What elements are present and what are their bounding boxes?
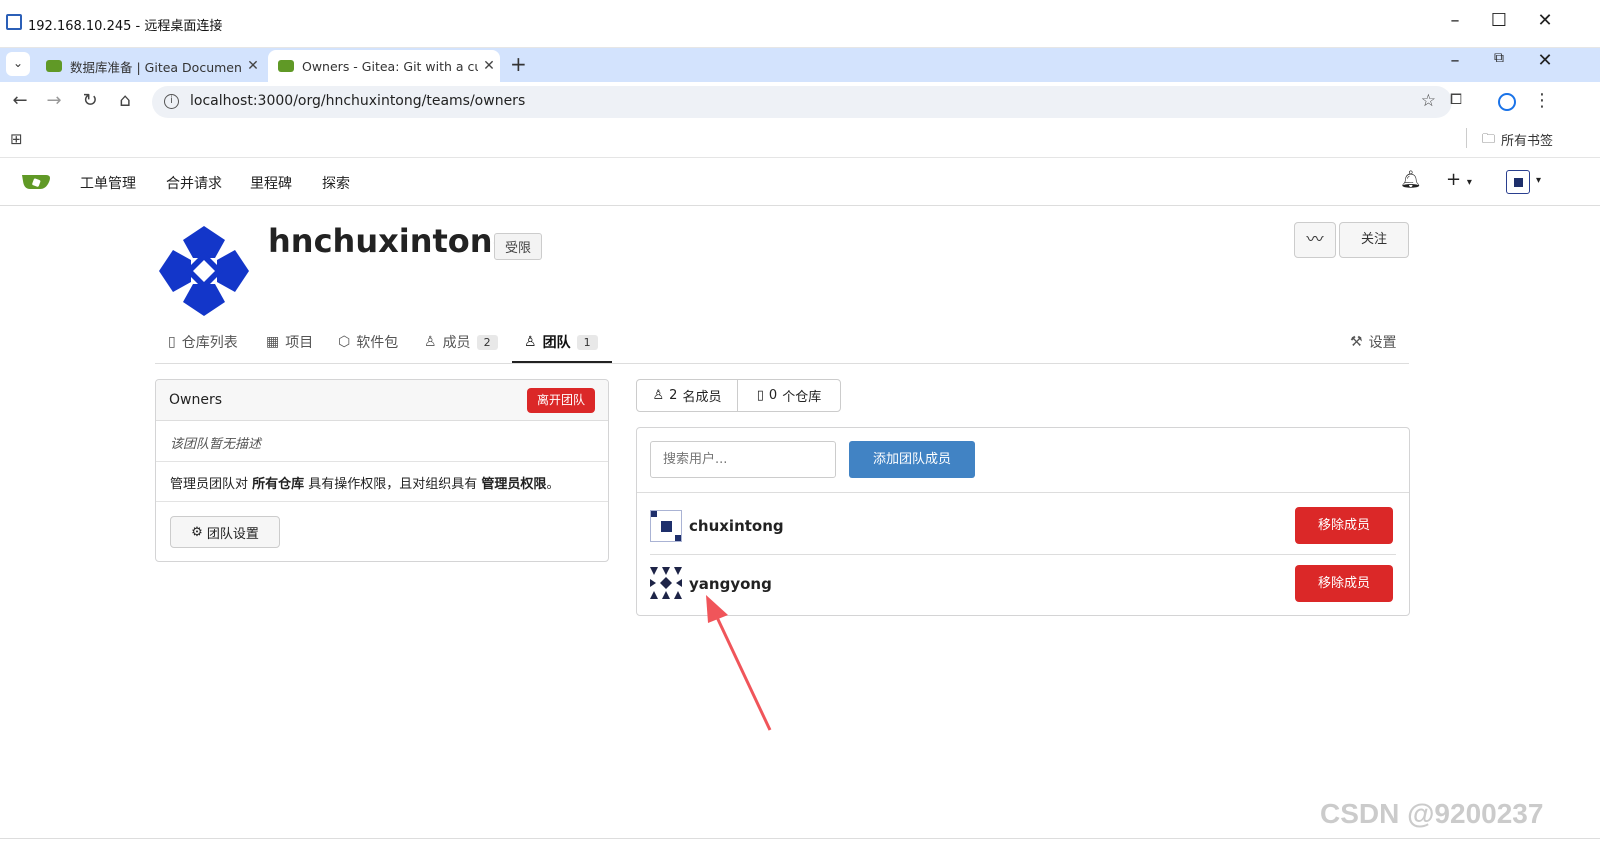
browser-close-icon[interactable]: ✕ [1530, 50, 1560, 71]
divider [156, 501, 608, 502]
member-name[interactable]: chuxintong [689, 517, 784, 535]
leave-team-button[interactable]: 离开团队 [527, 388, 595, 413]
repo-icon: ▯ [756, 388, 764, 403]
tab-search-chevron-icon[interactable]: ⌄ [6, 52, 30, 76]
tab-members[interactable]: ♙ 成员 2 [424, 332, 498, 352]
gitea-navbar: 工单管理 合并请求 里程碑 探索 🔔︎ + ▾ ▾ [0, 159, 1600, 206]
divider [650, 554, 1396, 555]
tab-projects[interactable]: ▦ 项目 [266, 332, 313, 352]
site-info-icon[interactable]: i [164, 94, 179, 109]
nav-issues[interactable]: 工单管理 [80, 173, 136, 193]
rdp-title: 192.168.10.245 - 远程桌面连接 [28, 19, 223, 34]
extensions-icon[interactable]: ⧠ [1444, 90, 1468, 108]
tab-packages[interactable]: ⬡ 软件包 [338, 332, 398, 352]
project-icon: ▦ [266, 334, 280, 350]
teams-count-badge: 1 [576, 334, 598, 350]
browser-toolbar: ← → ↻ ⌂ i localhost:3000/org/hnchuxinton… [0, 82, 1600, 122]
package-icon: ⬡ [338, 334, 351, 350]
browser-tab-strip: ⌄ 数据库准备 | Gitea Documentation ✕ Owners -… [0, 48, 1600, 82]
person-icon: ♙ [424, 334, 437, 350]
member-avatar [650, 510, 682, 542]
nav-milestones[interactable]: 里程碑 [250, 173, 292, 193]
team-info-card: Owners 离开团队 该团队暂无描述 管理员团队对 所有仓库 具有操作权限，且… [155, 379, 609, 562]
home-icon[interactable]: ⌂ [113, 90, 137, 111]
tab-close-icon[interactable]: ✕ [242, 58, 264, 74]
create-plus-icon[interactable]: + ▾ [1446, 169, 1472, 190]
gitea-logo-icon[interactable] [20, 171, 52, 193]
tools-icon: ⚒ [1350, 334, 1363, 350]
browser-tab-docs[interactable]: 数据库准备 | Gitea Documentation ✕ [36, 50, 264, 82]
divider [156, 461, 608, 462]
back-icon[interactable]: ← [8, 90, 32, 111]
notification-bell-icon[interactable]: 🔔︎ [1400, 170, 1422, 190]
apps-grid-icon[interactable]: ⊞ [10, 130, 23, 148]
team-settings-button[interactable]: ⚙ 团队设置 [170, 516, 280, 548]
tabs-divider [155, 363, 1409, 364]
browser-minimize-icon[interactable]: – [1440, 50, 1470, 71]
remote-desktop-icon [6, 14, 22, 30]
org-avatar [155, 222, 253, 320]
gitea-favicon-icon [278, 60, 294, 72]
person-icon: ♙ [652, 388, 665, 403]
tab-settings[interactable]: ⚒ 设置 [1350, 332, 1397, 352]
url-text: localhost:3000/org/hnchuxintong/teams/ow… [190, 93, 526, 109]
search-user-input[interactable] [650, 441, 836, 478]
nav-explore[interactable]: 探索 [322, 173, 350, 193]
reload-icon[interactable]: ↻ [78, 90, 102, 111]
user-menu-chevron-icon[interactable]: ▾ [1536, 175, 1541, 186]
team-name: Owners [169, 392, 223, 408]
follow-button[interactable]: 关注 [1339, 222, 1409, 258]
remove-member-button[interactable]: 移除成员 [1295, 565, 1393, 602]
bookmark-star-icon[interactable]: ☆ [1421, 91, 1436, 111]
team-description: 该团队暂无描述 [170, 437, 262, 452]
bookmarks-bar: ⊞ 🗀 所有书签 [0, 122, 1600, 158]
add-team-member-button[interactable]: 添加团队成员 [849, 441, 975, 478]
repo-count-tab[interactable]: ▯ 0 个仓库 [738, 380, 840, 411]
user-avatar[interactable] [1506, 170, 1530, 194]
remove-member-button[interactable]: 移除成员 [1295, 507, 1393, 544]
member-avatar [650, 567, 682, 599]
browser-menu-icon[interactable]: ⋮ [1530, 90, 1554, 111]
watermark: CSDN @9200237 [1320, 798, 1544, 829]
org-name: hnchuxintong [268, 222, 516, 260]
folder-icon: 🗀 [1482, 132, 1496, 147]
tab-repositories[interactable]: ▯ 仓库列表 [168, 332, 238, 352]
browser-restore-icon[interactable]: ⧉ [1484, 50, 1514, 66]
browser-tab-owners[interactable]: Owners - Gitea: Git with a cup of tea ✕ [268, 50, 500, 82]
minimize-icon[interactable]: – [1440, 10, 1470, 31]
divider [637, 492, 1409, 493]
member-count-tab[interactable]: ♙ 2 名成员 [637, 380, 738, 411]
gear-icon: ⚙ [191, 524, 203, 540]
members-count-badge: 2 [476, 334, 498, 350]
all-bookmarks[interactable]: 🗀 所有书签 [1482, 130, 1553, 152]
people-icon: ♙ [524, 334, 537, 350]
team-stats-bar: ♙ 2 名成员 ▯ 0 个仓库 [636, 379, 841, 412]
address-bar[interactable]: i localhost:3000/org/hnchuxintong/teams/… [152, 86, 1452, 118]
tab-close-icon[interactable]: ✕ [478, 58, 500, 74]
close-icon[interactable]: ✕ [1530, 10, 1560, 31]
nav-pulls[interactable]: 合并请求 [166, 173, 222, 193]
maximize-icon[interactable]: ☐ [1484, 10, 1514, 31]
bottom-border [0, 838, 1600, 839]
tab-teams[interactable]: ♙ 团队 1 [524, 332, 598, 352]
rss-feed-icon[interactable]: 〰 [1294, 222, 1336, 258]
rdp-title-bar: 192.168.10.245 - 远程桌面连接 – ☐ ✕ [0, 0, 1600, 48]
visibility-badge: 受限 [494, 233, 543, 260]
active-tab-underline [512, 361, 612, 363]
team-permission-text: 管理员团队对 所有仓库 具有操作权限，且对组织具有 管理员权限。 [170, 477, 560, 492]
repo-icon: ▯ [168, 334, 176, 350]
annotation-arrow [706, 595, 772, 731]
profile-icon[interactable] [1498, 93, 1516, 111]
bookmarks-divider [1466, 128, 1467, 148]
forward-icon[interactable]: → [42, 90, 66, 111]
new-tab-icon[interactable]: + [510, 52, 527, 76]
gitea-favicon-icon [46, 60, 62, 72]
